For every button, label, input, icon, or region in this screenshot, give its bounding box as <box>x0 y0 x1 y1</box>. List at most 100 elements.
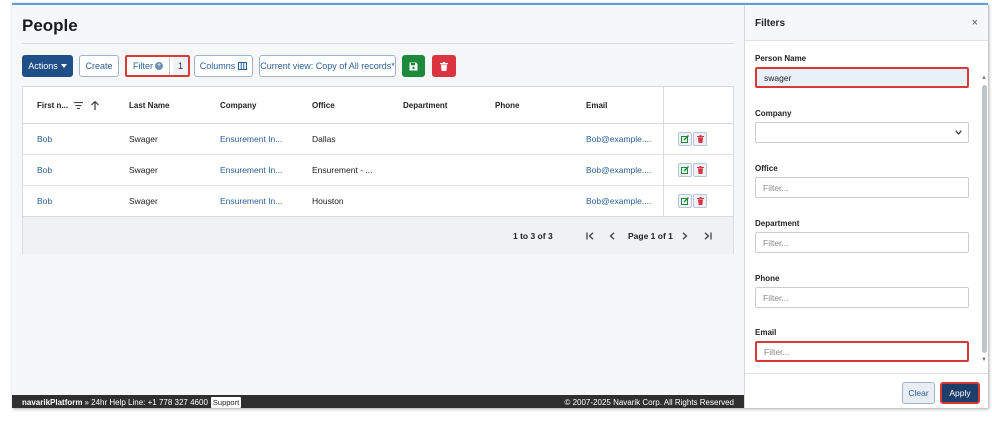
create-button[interactable]: Create <box>79 55 119 77</box>
office-filter-input[interactable]: Filter... <box>755 177 969 198</box>
cell-last-name: Swager <box>129 196 158 206</box>
delete-view-button[interactable] <box>432 55 456 77</box>
filter-label-area: Filter + <box>127 57 170 75</box>
save-view-button[interactable] <box>402 55 425 77</box>
filter-circle-icon: + <box>155 62 163 70</box>
previous-page-button[interactable] <box>609 217 615 254</box>
filters-header: Filters × <box>745 5 988 41</box>
app-window: People Actions Create Filter + 1 Columns… <box>12 3 988 408</box>
pagination-range: 1 to 3 of 3 <box>513 230 553 241</box>
caret-down-icon <box>60 64 67 68</box>
trash-icon <box>696 197 704 205</box>
cell-company[interactable]: Ensurement In... <box>220 155 282 185</box>
email-filter-input[interactable]: Filter... <box>755 341 969 362</box>
close-icon[interactable]: × <box>972 17 978 29</box>
delete-row-button[interactable] <box>693 194 707 208</box>
columns-label: Columns <box>199 61 236 71</box>
column-header-email[interactable]: Email <box>586 87 607 123</box>
cell-email[interactable]: Bob@example.... <box>586 155 651 185</box>
cell-last-name: Swager <box>129 134 158 144</box>
filters-title: Filters <box>755 18 786 29</box>
department-filter-input[interactable]: Filter... <box>755 232 969 253</box>
toolbar: Actions Create Filter + 1 Columns Curren… <box>22 55 742 77</box>
cell-email[interactable]: Bob@example.... <box>586 124 651 154</box>
current-view-button[interactable]: Current view: Copy of All records* <box>259 55 396 77</box>
cell-company[interactable]: Ensurement In... <box>220 124 282 154</box>
chevron-right-icon <box>682 231 688 240</box>
scroll-down-icon[interactable]: ▼ <box>981 357 987 363</box>
scroll-up-icon[interactable]: ▲ <box>981 75 987 81</box>
clear-filters-button[interactable]: Clear <box>902 382 935 404</box>
cell-office: Houston <box>312 196 344 206</box>
last-page-icon <box>704 231 712 240</box>
filter-label: Filter <box>133 61 153 71</box>
filters-footer: Clear Apply <box>745 373 988 408</box>
column-header-company[interactable]: Company <box>220 87 256 123</box>
footer-brand: navarikPlatform <box>22 398 83 407</box>
email-label: Email <box>755 328 777 337</box>
column-header-department[interactable]: Department <box>403 87 447 123</box>
edit-icon <box>681 135 689 143</box>
column-header-phone[interactable]: Phone <box>495 87 519 123</box>
table-row: Bob Swager Ensurement In... Ensurement -… <box>23 155 733 186</box>
chevron-down-icon <box>955 130 962 135</box>
edit-row-button[interactable] <box>678 163 692 177</box>
actions-label: Actions <box>28 61 58 71</box>
edit-row-button[interactable] <box>678 194 692 208</box>
sort-ascending-icon[interactable] <box>91 100 100 110</box>
save-icon <box>409 62 418 70</box>
column-header-label: First n... <box>37 100 69 110</box>
support-link[interactable]: Support <box>210 397 242 408</box>
footer-copyright: © 2007-2025 Navarik Corp. All Rights Res… <box>564 398 734 407</box>
people-grid: First n... Last Name Company Office Depa… <box>22 86 734 254</box>
columns-button[interactable]: Columns <box>194 55 253 77</box>
filters-scrollbar[interactable] <box>982 85 987 353</box>
edit-icon <box>681 166 689 174</box>
page-footer: navarikPlatform » 24hr Help Line: +1 778… <box>12 395 744 408</box>
person-name-input[interactable]: swager <box>755 67 969 88</box>
actions-button[interactable]: Actions <box>22 55 73 77</box>
next-page-button[interactable] <box>682 217 688 254</box>
first-page-icon <box>586 231 594 240</box>
last-page-button[interactable] <box>703 217 712 254</box>
column-header-office[interactable]: Office <box>312 87 335 123</box>
cell-office: Ensurement - ... <box>312 165 373 175</box>
cell-first-name[interactable]: Bob <box>37 186 52 216</box>
pagination-page: Page 1 of 1 <box>628 230 673 241</box>
trash-icon <box>696 135 704 143</box>
company-select[interactable] <box>755 122 969 143</box>
apply-filters-button[interactable]: Apply <box>940 382 980 404</box>
table-row: Bob Swager Ensurement In... Dallas Bob@e… <box>23 124 733 155</box>
person-name-label: Person Name <box>755 54 807 63</box>
cell-last-name: Swager <box>129 165 158 175</box>
cell-office: Dallas <box>312 134 336 144</box>
pagination-bar: 1 to 3 of 3 Page 1 of 1 <box>23 216 733 254</box>
cell-company[interactable]: Ensurement In... <box>220 186 282 216</box>
chevron-left-icon <box>609 231 615 240</box>
filter-count-badge: 1 <box>173 57 188 75</box>
column-menu-icon[interactable] <box>74 101 84 109</box>
office-label: Office <box>755 164 778 173</box>
phone-label: Phone <box>755 274 780 283</box>
columns-icon <box>238 62 248 70</box>
first-page-button[interactable] <box>586 217 595 254</box>
trash-icon <box>696 166 704 174</box>
department-label: Department <box>755 219 800 228</box>
cell-first-name[interactable]: Bob <box>37 124 52 154</box>
footer-help-line: » 24hr Help Line: +1 778 327 4600 <box>84 398 208 407</box>
title-divider <box>22 43 734 44</box>
phone-filter-input[interactable]: Filter... <box>755 287 969 308</box>
column-header-first-name[interactable]: First n... <box>37 87 100 123</box>
edit-row-button[interactable] <box>678 132 692 146</box>
delete-row-button[interactable] <box>693 163 707 177</box>
actions-column-divider <box>663 87 664 216</box>
filter-button[interactable]: Filter + 1 <box>125 55 190 77</box>
table-row: Bob Swager Ensurement In... Houston Bob@… <box>23 186 733 217</box>
page-title: People <box>22 16 78 35</box>
delete-row-button[interactable] <box>693 132 707 146</box>
cell-email[interactable]: Bob@example.... <box>586 186 651 216</box>
filters-panel: Filters × Person Name swager Company Off… <box>744 5 988 408</box>
company-label: Company <box>755 109 792 118</box>
cell-first-name[interactable]: Bob <box>37 155 52 185</box>
column-header-last-name[interactable]: Last Name <box>129 87 169 123</box>
